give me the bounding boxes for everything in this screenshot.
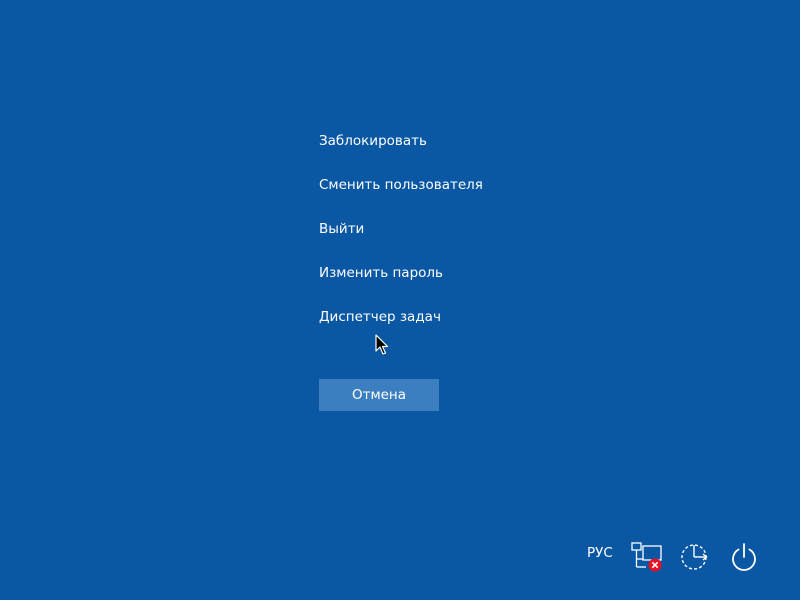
menu-item-lock[interactable]: Заблокировать xyxy=(319,130,483,174)
power-icon[interactable] xyxy=(727,539,761,573)
menu-item-sign-out[interactable]: Выйти xyxy=(319,218,483,262)
menu-item-task-manager[interactable]: Диспетчер задач xyxy=(319,306,483,350)
bottom-tray: РУС xyxy=(0,536,800,576)
security-options-menu: Заблокировать Сменить пользователя Выйти… xyxy=(319,130,483,350)
menu-item-switch-user[interactable]: Сменить пользователя xyxy=(319,174,483,218)
language-indicator[interactable]: РУС xyxy=(587,545,613,561)
ease-of-access-icon[interactable] xyxy=(677,539,711,573)
mouse-cursor-icon xyxy=(375,334,389,355)
network-disconnected-icon[interactable] xyxy=(628,539,662,573)
cancel-button[interactable]: Отмена xyxy=(319,379,439,411)
menu-item-change-password[interactable]: Изменить пароль xyxy=(319,262,483,306)
